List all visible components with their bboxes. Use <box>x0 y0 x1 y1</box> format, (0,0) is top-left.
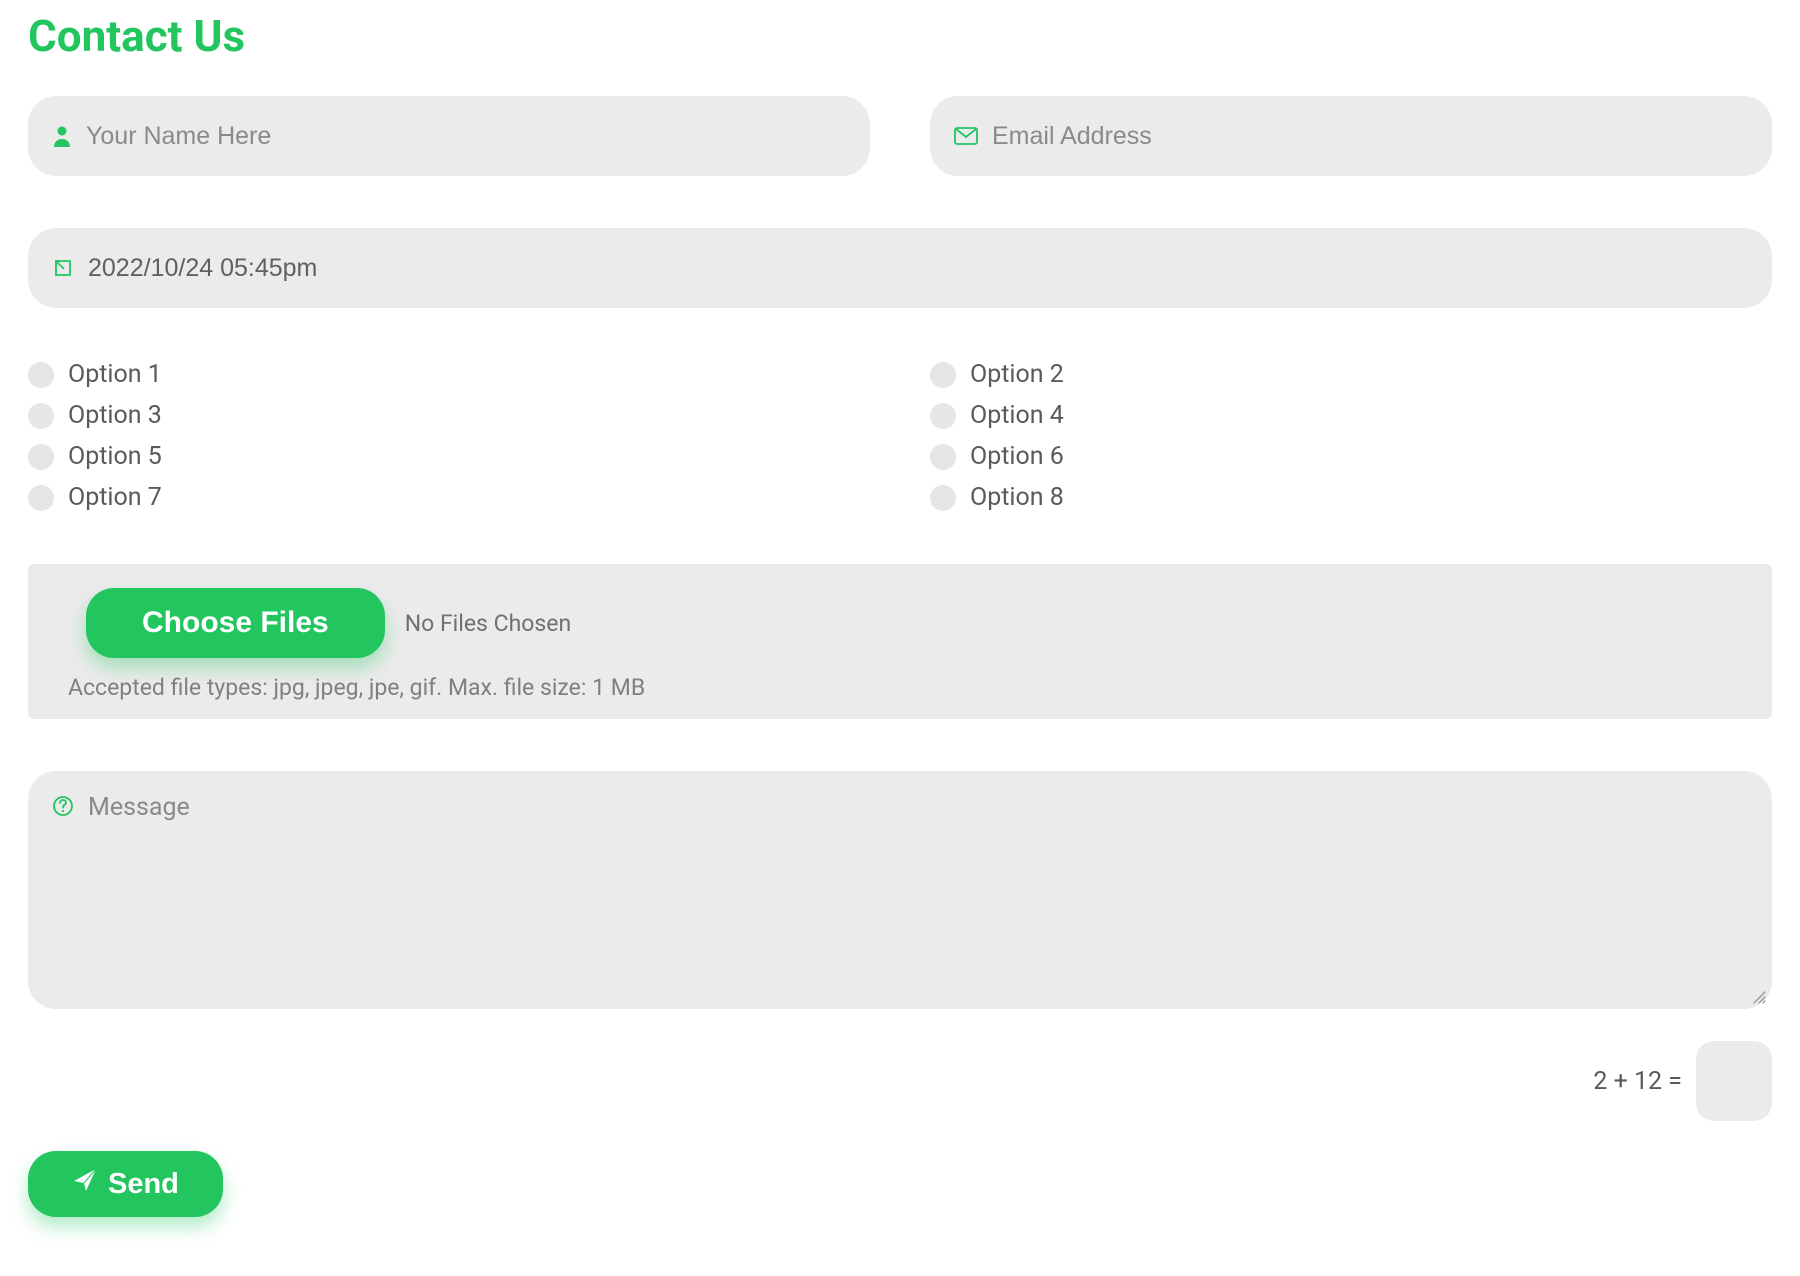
send-button-label: Send <box>108 1168 179 1201</box>
option-checkbox[interactable]: Option 5 <box>28 442 870 471</box>
option-checkbox[interactable]: Option 6 <box>930 442 1772 471</box>
choose-files-button[interactable]: Choose Files <box>86 588 385 658</box>
user-icon <box>52 125 72 147</box>
option-checkbox[interactable]: Option 2 <box>930 360 1772 389</box>
question-circle-icon <box>52 795 74 817</box>
option-checkbox[interactable]: Option 3 <box>28 401 870 430</box>
option-label: Option 8 <box>970 483 1064 512</box>
checkbox-icon <box>930 485 956 511</box>
email-field-wrap <box>930 96 1772 176</box>
send-button[interactable]: Send <box>28 1151 223 1217</box>
option-label: Option 5 <box>68 442 162 471</box>
option-label: Option 2 <box>970 360 1064 389</box>
email-input[interactable] <box>992 122 1748 151</box>
options-grid: Option 1 Option 2 Option 3 Option 4 Opti… <box>28 360 1772 512</box>
file-status: No Files Chosen <box>405 610 571 637</box>
calendar-arrow-icon <box>52 257 74 279</box>
option-checkbox[interactable]: Option 7 <box>28 483 870 512</box>
checkbox-icon <box>930 444 956 470</box>
file-upload-block: Choose Files No Files Chosen Accepted fi… <box>28 564 1772 719</box>
checkbox-icon <box>28 362 54 388</box>
paper-plane-icon <box>72 1167 98 1201</box>
name-input[interactable] <box>86 122 846 151</box>
option-checkbox[interactable]: Option 4 <box>930 401 1772 430</box>
option-checkbox[interactable]: Option 8 <box>930 483 1772 512</box>
checkbox-icon <box>28 403 54 429</box>
option-label: Option 6 <box>970 442 1064 471</box>
message-field-wrap <box>28 771 1772 1009</box>
resize-handle-icon[interactable] <box>1752 989 1766 1003</box>
page-title: Contact Us <box>28 10 1772 62</box>
captcha-input[interactable] <box>1696 1041 1772 1121</box>
option-label: Option 3 <box>68 401 162 430</box>
checkbox-icon <box>28 485 54 511</box>
file-accepted-hint: Accepted file types: jpg, jpeg, jpe, gif… <box>68 674 1744 701</box>
option-checkbox[interactable]: Option 1 <box>28 360 870 389</box>
option-label: Option 1 <box>68 360 162 389</box>
checkbox-icon <box>28 444 54 470</box>
option-label: Option 4 <box>970 401 1064 430</box>
name-field-wrap <box>28 96 870 176</box>
envelope-icon <box>954 127 978 145</box>
checkbox-icon <box>930 403 956 429</box>
captcha-row: 2 + 12 = <box>28 1041 1772 1121</box>
captcha-question: 2 + 12 = <box>1593 1067 1682 1096</box>
option-label: Option 7 <box>68 483 162 512</box>
datetime-field-wrap <box>28 228 1772 308</box>
checkbox-icon <box>930 362 956 388</box>
datetime-input[interactable] <box>88 254 1748 283</box>
message-textarea[interactable] <box>88 793 1748 983</box>
